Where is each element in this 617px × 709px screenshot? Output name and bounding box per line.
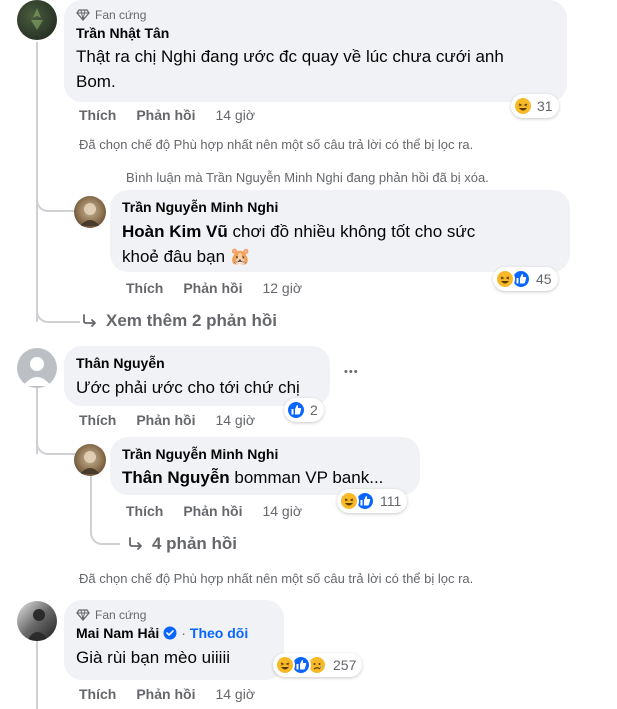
follow-button[interactable]: Theo dõi [190,624,248,642]
comment-actions: Thích Phản hồi 12 giờ [126,280,302,296]
thread-curve [36,290,80,323]
comment-actions: Thích Phản hồi 14 giờ [79,686,255,702]
comment-bubble: Thân Nguyễn Ước phải ước cho tới chứ chị [64,346,330,406]
comment-author[interactable]: Trần Nhật Tân [76,24,555,42]
verified-icon [163,626,177,640]
thread-curve [36,425,78,455]
comment-timestamp[interactable]: 12 giờ [262,280,302,296]
comment-text-part: chơi đồ nhiều không tốt cho sức [227,222,476,241]
reaction-count: 31 [537,98,553,114]
like-emoji-icon [286,400,306,420]
mention-link[interactable]: Thân Nguyễn [122,468,230,487]
comment-actions: Thích Phản hồi 14 giờ [79,412,255,428]
reply-button[interactable]: Phản hồi [183,280,242,296]
comment-timestamp[interactable]: 14 giờ [215,686,255,702]
like-button[interactable]: Thích [126,280,163,296]
reaction-summary[interactable]: 31 [511,94,559,118]
reaction-count: 111 [380,493,402,509]
reply-button[interactable]: Phản hồi [183,503,242,519]
avatar[interactable] [17,0,57,40]
comment-text: Ước phải ước cho tới chứ chị [76,378,300,397]
replies-label: 4 phản hồi [152,534,237,553]
comment-text-line: Thật ra chị Nghi đang ước đc quay về lúc… [76,47,504,66]
see-more-replies-button[interactable]: Xem thêm 2 phản hồi [82,311,277,331]
comment-text: Thân Nguyễn bomman VP bank... [122,465,408,490]
reply-button[interactable]: Phản hồi [136,686,195,702]
fan-badge[interactable]: Fan cứng [76,8,555,22]
like-button[interactable]: Thích [126,503,163,519]
comment-actions: Thích Phản hồi 14 giờ [126,503,302,519]
view-replies-button[interactable]: 4 phản hồi [128,534,237,554]
comment-author[interactable]: Thân Nguyễn [76,354,318,372]
comment-actions: Thích Phản hồi 14 giờ [79,107,255,123]
fan-badge[interactable]: Fan cứng [76,608,272,622]
reply-button[interactable]: Phản hồi [136,412,195,428]
comment-text: Già rùi bạn mèo uiiiii [76,648,231,667]
filter-notice: Đã chọn chế độ Phù hợp nhất nên một số c… [79,137,474,152]
comment-timestamp[interactable]: 14 giờ [215,412,255,428]
thread-curve [36,178,78,212]
mention-link[interactable]: Hoàn Kim Vũ [122,222,228,241]
comment-text: Hoàn Kim Vũ chơi đồ nhiều không tốt cho … [122,219,558,269]
comment-author[interactable]: Trần Nguyễn Minh Nghi [122,445,408,463]
haha-emoji-icon [495,269,515,289]
comment-timestamp[interactable]: 14 giờ [215,107,255,123]
reaction-count: 2 [310,402,318,418]
comment-text-line: khoẻ đâu bạn 🐹 [122,247,251,266]
like-button[interactable]: Thích [79,686,116,702]
haha-emoji-icon [275,655,295,675]
avatar[interactable] [74,444,106,476]
reply-button[interactable]: Phản hồi [136,107,195,123]
reply-bubble: Trần Nguyễn Minh Nghi Hoàn Kim Vũ chơi đ… [110,190,570,272]
thread-line [36,640,38,709]
badge-label: Fan cứng [95,608,147,622]
reply-arrow-icon [83,314,96,327]
comment-author-row: Mai Nam Hải · Theo dõi [76,624,249,642]
like-button[interactable]: Thích [79,107,116,123]
comment-author[interactable]: Trần Nguyễn Minh Nghi [122,198,558,216]
comment-bubble: Fan cứng Trần Nhật Tân Thật ra chị Nghi … [64,0,567,102]
comment-author[interactable]: Mai Nam Hải [76,624,159,642]
diamond-icon [76,9,90,21]
comment-timestamp[interactable]: 14 giờ [262,503,302,519]
avatar[interactable] [74,196,106,228]
diamond-icon [76,609,90,621]
haha-emoji-icon [339,491,359,511]
haha-emoji-icon [513,96,533,116]
see-more-label: Xem thêm 2 phản hồi [106,311,277,330]
reaction-summary[interactable]: 45 [493,267,558,291]
more-icon[interactable]: ••• [344,366,359,378]
comment-text: Thật ra chị Nghi đang ước đc quay về lúc… [76,44,555,94]
avatar[interactable] [17,601,57,641]
reaction-count: 45 [536,271,552,287]
reaction-count: 257 [333,657,357,673]
badge-label: Fan cứng [95,8,147,22]
reaction-summary[interactable]: 2 [284,398,324,422]
comment-text-line: Bom. [76,72,116,91]
reaction-summary[interactable]: 111 [337,489,408,513]
comment-text-part: bomman VP bank... [229,468,384,487]
deleted-notice: Bình luận mà Trần Nguyễn Minh Nghi đang … [126,170,489,185]
avatar[interactable] [17,348,57,388]
comment-bubble: Fan cứng Mai Nam Hải · Theo dõi Già rùi … [64,600,284,680]
filter-notice: Đã chọn chế độ Phù hợp nhất nên một số c… [79,571,474,586]
like-button[interactable]: Thích [79,412,116,428]
reaction-summary[interactable]: 257 [273,653,363,677]
reply-arrow-icon [129,537,142,550]
reply-bubble: Trần Nguyễn Minh Nghi Thân Nguyễn bomman… [110,437,420,495]
